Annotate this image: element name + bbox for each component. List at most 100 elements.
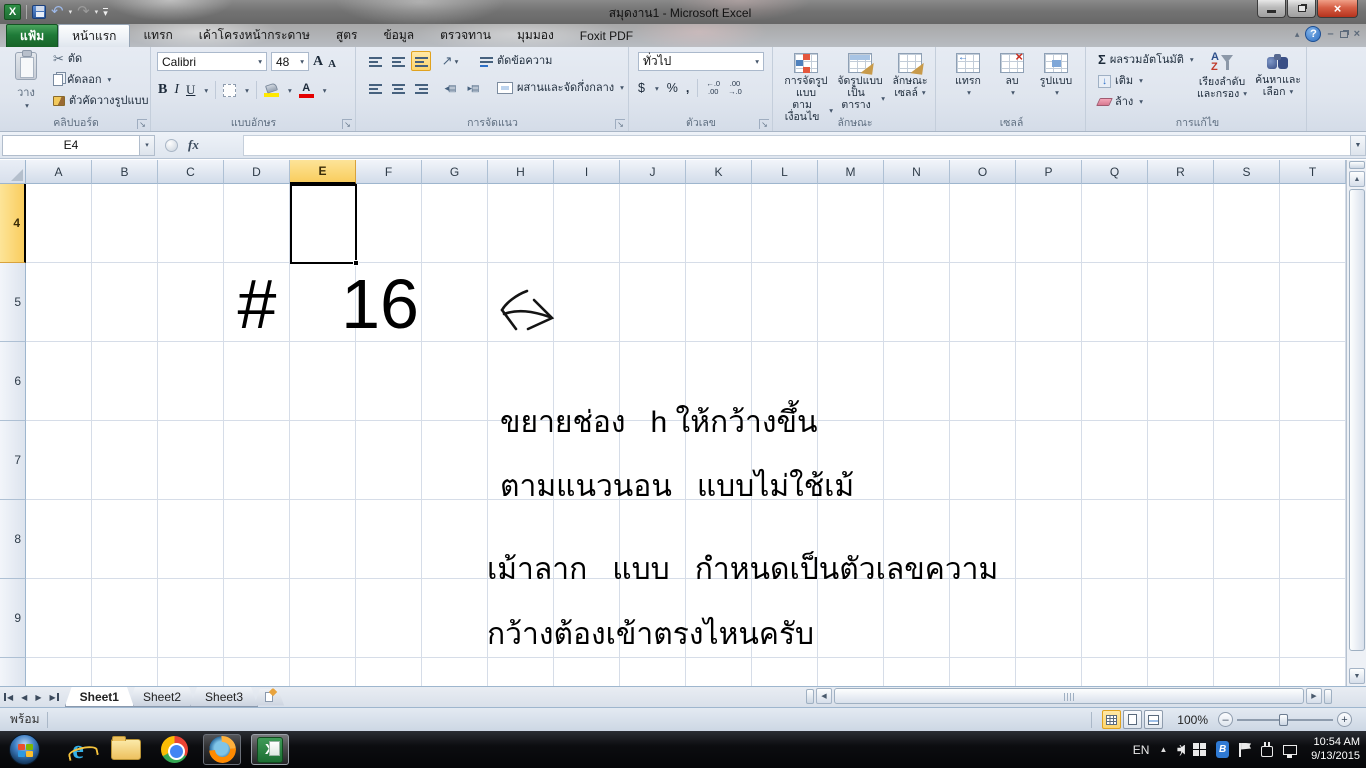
redo-icon[interactable]: ↷ [77, 4, 90, 19]
power-plug-icon[interactable] [1261, 741, 1274, 757]
doc-close-icon[interactable]: × [1354, 28, 1360, 40]
format-as-table-button[interactable]: จัดรูปแบบ เป็นตาราง ▾ [835, 49, 885, 111]
italic-button[interactable]: I [174, 82, 179, 98]
sheet-tab-sheet2[interactable]: Sheet2 [128, 687, 196, 707]
taskbar-explorer-button[interactable] [107, 734, 145, 765]
undo-dropdown-icon[interactable]: ▾ [69, 8, 73, 16]
tab-foxit-pdf[interactable]: Foxit PDF [567, 24, 646, 47]
redo-dropdown-icon[interactable]: ▾ [95, 8, 99, 16]
accounting-format-button[interactable]: $ [638, 81, 645, 95]
tab-home[interactable]: หน้าแรก [58, 24, 131, 47]
vertical-scrollbar[interactable]: ▲ ▼ [1346, 160, 1366, 686]
bold-button[interactable]: B [158, 82, 167, 98]
autosum-button[interactable]: Σ ผลรวมอัตโนมัติ ▾ [1095, 51, 1197, 69]
start-button[interactable] [9, 734, 40, 765]
column-header-n[interactable]: N [884, 160, 950, 184]
font-color-button[interactable]: A [298, 82, 314, 98]
row-header-8[interactable]: 8 [0, 500, 26, 579]
restore-button[interactable] [1287, 0, 1316, 18]
app-grid-icon[interactable] [1193, 743, 1207, 756]
zoom-slider-thumb[interactable] [1279, 713, 1288, 726]
tab-formulas[interactable]: สูตร [323, 24, 371, 47]
fill-button[interactable]: ↓ เติม ▾ [1095, 72, 1197, 90]
fill-color-button[interactable] [263, 81, 279, 97]
prev-sheet-button[interactable]: ◀ [17, 687, 31, 707]
vertical-split-handle[interactable] [1349, 161, 1365, 169]
tab-review[interactable]: ตรวจทาน [427, 24, 504, 47]
volume-button[interactable]: ) [1177, 744, 1185, 756]
horizontal-scrollbar[interactable]: ◀ ▶ [806, 688, 1332, 704]
first-sheet-button[interactable]: ◀ [0, 687, 17, 707]
clear-button[interactable]: ล้าง ▾ [1095, 93, 1197, 111]
minimize-button[interactable] [1257, 0, 1286, 18]
name-box-dropdown-icon[interactable]: ▾ [140, 134, 155, 156]
copy-button[interactable]: คัดลอก ▾ [50, 71, 152, 89]
align-bottom-button[interactable] [411, 51, 431, 71]
column-header-j[interactable]: J [620, 160, 686, 184]
doc-restore-icon[interactable] [1339, 30, 1348, 38]
tab-split-handle[interactable] [806, 688, 814, 704]
tab-page-layout[interactable]: เค้าโครงหน้ากระดาษ [186, 24, 323, 47]
tab-file[interactable]: แฟ้ม [6, 24, 59, 47]
bluetooth-icon[interactable]: B [1216, 741, 1230, 758]
dialog-launcher-icon[interactable]: ↘ [615, 119, 625, 129]
align-middle-button[interactable] [388, 51, 408, 71]
language-indicator[interactable]: EN [1133, 743, 1150, 757]
save-icon[interactable] [32, 5, 46, 19]
increase-indent-button[interactable]: ▸▤ [463, 78, 483, 98]
insert-worksheet-button[interactable] [254, 689, 284, 706]
selected-cell-e4[interactable] [290, 184, 359, 266]
wrap-text-button[interactable]: ตัดข้อความ [477, 52, 555, 70]
shrink-font-icon[interactable]: A [328, 58, 336, 70]
zoom-out-button[interactable]: – [1218, 712, 1233, 727]
close-button[interactable]: × [1317, 0, 1358, 18]
select-all-corner[interactable] [0, 160, 26, 184]
formula-input[interactable] [243, 134, 1350, 156]
zoom-in-button[interactable]: + [1337, 712, 1352, 727]
align-left-button[interactable] [365, 78, 385, 98]
taskbar-excel-button[interactable]: X [251, 734, 289, 765]
insert-cells-button[interactable]: แทรก ▾ [948, 49, 988, 99]
annotation-line-2[interactable]: ตามแนวนอน แบบไม่ใช้เม้ [500, 467, 854, 507]
horizontal-split-handle[interactable] [1324, 688, 1332, 704]
font-color-dropdown-icon[interactable]: ▾ [323, 86, 327, 95]
zoom-level[interactable]: 100% [1177, 713, 1208, 727]
column-header-e[interactable]: E [290, 160, 356, 184]
taskbar-ie-button[interactable]: e [59, 734, 97, 765]
align-center-button[interactable] [388, 78, 408, 98]
row-header-9[interactable]: 9 [0, 579, 26, 658]
annotation-line-3[interactable]: เม้าลาก แบบ กำหนดเป็นตัวเลขความ [487, 550, 998, 590]
sort-filter-button[interactable]: AZ เรียงลำดับ และกรอง ▾ [1193, 49, 1251, 100]
accounting-dropdown-icon[interactable]: ▾ [655, 84, 659, 93]
customize-qat-icon[interactable]: ▾ [103, 8, 108, 18]
column-header-h[interactable]: H [488, 160, 554, 184]
delete-cells-button[interactable]: ลบ ▾ [994, 49, 1030, 99]
column-header-g[interactable]: G [422, 160, 488, 184]
conditional-formatting-button[interactable]: การจัดรูปแบบ ตามเงื่อนไข ▾ [779, 49, 833, 123]
horizontal-scroll-thumb[interactable] [834, 688, 1304, 704]
tab-view[interactable]: มุมมอง [504, 24, 567, 47]
view-normal-button[interactable] [1102, 710, 1122, 729]
cell-styles-button[interactable]: ลักษณะ เซลล์ ▾ [887, 49, 933, 99]
expand-formula-bar-icon[interactable]: ▼ [1350, 134, 1366, 156]
clock[interactable]: 10:54 AM 9/13/2015 [1311, 736, 1360, 763]
scroll-left-icon[interactable]: ◀ [816, 688, 832, 704]
zoom-slider-track[interactable] [1237, 713, 1333, 726]
next-sheet-button[interactable]: ▶ [31, 687, 45, 707]
cell-f5[interactable]: 16 [341, 265, 419, 344]
dialog-launcher-icon[interactable]: ↘ [759, 119, 769, 129]
taskbar-firefox-button[interactable] [203, 734, 241, 765]
align-top-button[interactable] [365, 51, 385, 71]
font-family-combo[interactable]: Calibri ▾ [157, 52, 267, 71]
hidden-icons-chevron-icon[interactable]: ▲ [1159, 745, 1167, 754]
find-select-button[interactable]: ค้นหาและ เลือก ▾ [1251, 49, 1305, 98]
cut-button[interactable]: ✂ ตัด [50, 50, 152, 68]
format-cells-button[interactable]: รูปแบบ ▾ [1034, 49, 1078, 99]
row-header-6[interactable]: 6 [0, 342, 26, 421]
network-icon[interactable] [1283, 744, 1298, 758]
fill-color-dropdown-icon[interactable]: ▾ [288, 86, 292, 95]
align-right-button[interactable] [411, 78, 431, 98]
excel-logo-icon[interactable]: X [4, 4, 21, 20]
sheet-tab-sheet3[interactable]: Sheet3 [190, 687, 258, 707]
sheet-tab-sheet1[interactable]: Sheet1 [65, 687, 134, 707]
